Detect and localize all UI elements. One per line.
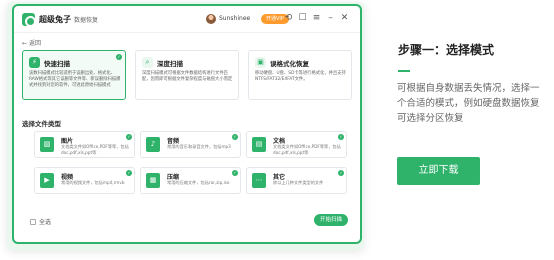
document-icon: ▤	[252, 137, 266, 152]
arrow-left-icon: ←	[22, 40, 28, 47]
file-type-desc: 常用的音乐和录音文件，包括mp3	[167, 144, 231, 149]
mode-card-deep-scan[interactable]: ⌕ 深度扫描 深度扫描模式可根据文件数据结构进行文件匹配，因而即可根据文件复杂程…	[135, 50, 239, 100]
mode-desc: 该数扫描模式比较适用于误删出处、格式化、RAW格式等其它误删等文件等、新误删除扫…	[29, 71, 121, 89]
mode-title: 深度扫描	[157, 60, 183, 68]
mode-card-format-recovery[interactable]: ▣ 误格式化恢复 移动硬盘、U盘、SD卡等进行格式化，并且支持NTFS/FAT3…	[248, 50, 352, 100]
music-icon: ♪	[146, 137, 160, 152]
format-icon: ▣	[255, 57, 266, 68]
step-description: 可根据自身数据丢失情况，选择一个合适的模式，例如硬盘数据恢复可选择分区恢复	[397, 83, 540, 124]
download-button[interactable]: 立即下载	[397, 157, 480, 185]
mode-title: 误格式化恢复	[270, 60, 309, 68]
file-type-documents[interactable]: ▤ 文档 文档类文件如Office,PDF等等，包括doc,pdf,xls,pp…	[246, 131, 347, 158]
search-icon: ⌕	[142, 57, 153, 68]
checkmark-icon: ✓	[116, 54, 122, 60]
file-type-desc: 除以上几种文件类型的文件	[273, 180, 324, 185]
minimize-icon[interactable]: –	[325, 13, 336, 24]
divider	[398, 70, 410, 72]
close-icon[interactable]: ✕	[339, 13, 350, 24]
menu-icon[interactable]: ≡	[311, 13, 322, 24]
username[interactable]: Sunshinee	[219, 15, 250, 22]
select-all-checkbox[interactable]: 全选	[30, 217, 51, 226]
archive-icon: ▦	[146, 173, 160, 188]
file-type-video[interactable]: ▶ 视频 常用的视频文件，包括mp4,rmvb ✓	[34, 167, 135, 194]
checkmark-icon: ✓	[126, 134, 132, 140]
history-icon[interactable]: ⟲	[283, 13, 294, 24]
file-type-desc: 文档类文件如Office,PDF等等，包括doc,pdf,xls,ppt等	[61, 144, 129, 155]
feedback-icon[interactable]: ☐	[297, 13, 308, 24]
avatar[interactable]	[206, 14, 216, 24]
back-button[interactable]: ← 返回	[22, 38, 41, 47]
file-type-desc: 文档类文件如Office,PDF等等，包括doc,pdf,xls,ppt等	[273, 144, 341, 155]
app-window: 超级兔子 数据恢复 Sunshinee 开通VIP ⟲ ☐ ≡ – ✕ ← 返回…	[14, 6, 360, 242]
back-label: 返回	[28, 40, 41, 47]
checkmark-icon: ✓	[232, 134, 238, 140]
other-icon: ⋯	[252, 173, 266, 188]
file-type-images[interactable]: ▨ 图片 文档类文件如Office,PDF等等，包括doc,pdf,xls,pp…	[34, 131, 135, 158]
select-all-label: 全选	[39, 219, 52, 226]
file-type-audio[interactable]: ♪ 音频 常用的音乐和录音文件，包括mp3 ✓	[140, 131, 241, 158]
brand-name: 超级兔子	[39, 14, 71, 24]
checkmark-icon: ✓	[126, 170, 132, 176]
logo-icon	[22, 12, 36, 27]
checkbox-icon	[30, 218, 36, 225]
checkmark-icon: ✓	[232, 170, 238, 176]
video-icon: ▶	[40, 173, 54, 188]
section-title: 选择文件类型	[22, 120, 61, 128]
mode-card-quick-scan[interactable]: ⚡ 快速扫描 该数扫描模式比较适用于误删出处、格式化、RAW格式等其它误删等文件…	[22, 50, 126, 100]
image-icon: ▨	[40, 137, 54, 152]
lightning-icon: ⚡	[29, 57, 40, 68]
file-type-archive[interactable]: ▦ 压缩 常用的压缩文件，包括rar,zip,iso ✓	[140, 167, 241, 194]
start-scan-button[interactable]: 开始扫描	[314, 214, 348, 226]
mode-title: 快速扫描	[44, 60, 70, 68]
step-title: 步骤一：选择模式	[398, 43, 495, 57]
title-bar: 超级兔子 数据恢复 Sunshinee 开通VIP ⟲ ☐ ≡ – ✕	[14, 6, 360, 33]
mode-desc: 移动硬盘、U盘、SD卡等进行格式化，并且支持NTFS/FAT32/EXFAT文件…	[255, 71, 346, 83]
brand-subtitle: 数据恢复	[74, 16, 99, 24]
mode-desc: 深度扫描模式可根据文件数据结构进行文件匹配，因而即可根据文件复杂程度与磁盘大小而…	[142, 71, 233, 83]
file-type-desc: 常用的视频文件，包括mp4,rmvb	[61, 180, 125, 185]
file-type-other[interactable]: ⋯ 其它 除以上几种文件类型的文件 ✓	[246, 167, 347, 194]
checkmark-icon: ✓	[338, 134, 344, 140]
file-type-desc: 常用的压缩文件，包括rar,zip,iso	[167, 180, 230, 185]
checkmark-icon: ✓	[338, 170, 344, 176]
